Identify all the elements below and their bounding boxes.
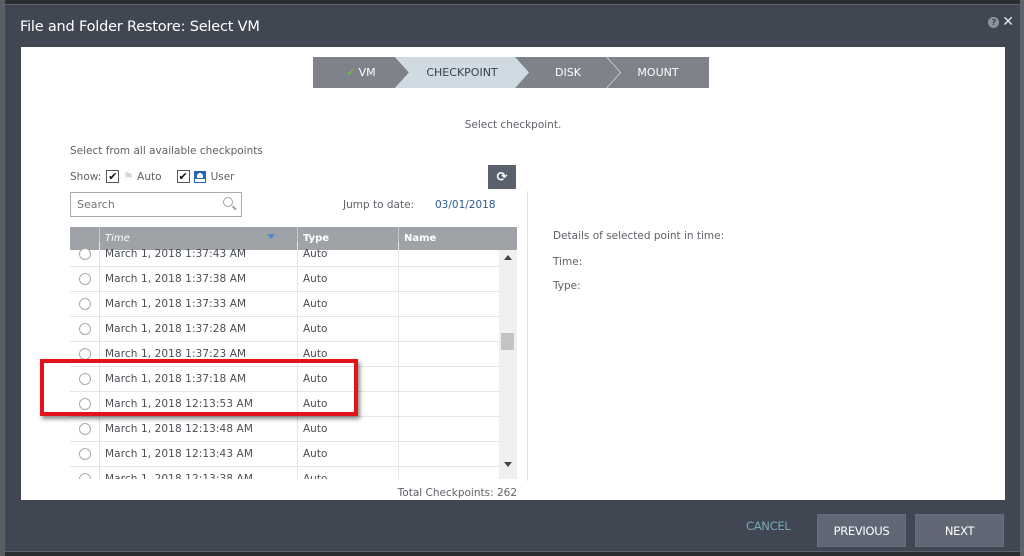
refresh-button[interactable]: ⟳: [488, 165, 516, 189]
instruction-text: Select checkpoint.: [464, 119, 562, 131]
refresh-icon: ⟳: [496, 169, 508, 185]
wizard-steps: ✓ VM CHECKPOINT DISK MOUNT: [313, 57, 709, 88]
row-type: Auto: [298, 292, 399, 316]
row-name: [399, 467, 499, 479]
dialog-title: File and Folder Restore: Select VM: [20, 19, 260, 35]
step-mount[interactable]: MOUNT: [607, 57, 709, 88]
row-name: [399, 267, 499, 291]
row-type: Auto: [298, 417, 399, 441]
row-name: [399, 417, 499, 441]
scroll-down-arrow-icon[interactable]: [504, 462, 512, 467]
row-time: March 1, 2018 1:37:43 AM: [100, 242, 298, 266]
table-row[interactable]: March 1, 2018 1:37:28 AM Auto: [70, 317, 517, 342]
row-radio[interactable]: [78, 323, 91, 335]
row-name: [399, 292, 499, 316]
flag-icon: ⚑: [123, 170, 134, 183]
jump-to-date-input[interactable]: 03/01/2018: [435, 199, 496, 211]
row-time: March 1, 2018 1:37:38 AM: [100, 267, 298, 291]
row-name: [399, 442, 499, 466]
filter-section-label: Select from all available checkpoints: [70, 145, 263, 157]
previous-button[interactable]: PREVIOUS: [817, 514, 906, 547]
auto-label: Auto: [137, 170, 162, 183]
restore-dialog: File and Folder Restore: Select VM ? ✕ ✓…: [4, 4, 1021, 552]
search-icon[interactable]: [223, 197, 233, 207]
total-checkpoints: Total Checkpoints: 262: [397, 487, 517, 499]
step-checkpoint[interactable]: CHECKPOINT: [395, 57, 529, 88]
next-button[interactable]: NEXT: [915, 514, 1004, 547]
row-time: March 1, 2018 12:13:48 AM: [100, 417, 298, 441]
details-time-label: Time:: [553, 256, 583, 268]
step-disk[interactable]: DISK: [515, 57, 621, 88]
close-icon[interactable]: ✕: [1002, 15, 1014, 29]
step-mount-label: MOUNT: [637, 66, 679, 79]
sort-desc-icon: [267, 234, 275, 239]
show-label: Show:: [70, 170, 102, 183]
checkpoints-table: Time Type Name March 1, 2018 1:37:43 AM A…: [70, 227, 517, 479]
user-label: User: [210, 170, 235, 183]
row-radio[interactable]: [78, 248, 91, 260]
scroll-up-arrow-icon[interactable]: [504, 255, 512, 260]
help-icon[interactable]: ?: [988, 16, 1000, 28]
row-radio[interactable]: [78, 448, 91, 460]
row-type: Auto: [298, 242, 399, 266]
step-checkpoint-label: CHECKPOINT: [426, 66, 498, 79]
table-row[interactable]: March 1, 2018 12:13:43 AM Auto: [70, 442, 517, 467]
user-icon: [193, 170, 206, 183]
details-type-label: Type:: [553, 280, 581, 292]
row-name: [399, 242, 499, 266]
row-radio[interactable]: [78, 298, 91, 310]
cancel-button[interactable]: CANCEL: [746, 519, 791, 533]
search-input[interactable]: [77, 198, 207, 211]
details-title: Details of selected point in time:: [553, 230, 725, 242]
user-checkbox[interactable]: ✔: [176, 170, 190, 183]
row-time: March 1, 2018 12:13:38 AM: [100, 467, 298, 479]
row-time: March 1, 2018 12:13:43 AM: [100, 442, 298, 466]
row-radio[interactable]: [78, 423, 91, 435]
row-name: [399, 317, 499, 341]
row-time: March 1, 2018 1:37:28 AM: [100, 317, 298, 341]
show-filters: Show: ✔ ⚑ Auto ✔ User: [70, 170, 235, 183]
row-type: Auto: [298, 467, 399, 479]
table-row[interactable]: March 1, 2018 1:37:38 AM Auto: [70, 267, 517, 292]
table-row[interactable]: March 1, 2018 1:37:43 AM Auto: [70, 242, 517, 267]
row-radio[interactable]: [78, 473, 91, 479]
row-name: [399, 367, 499, 391]
row-name: [399, 392, 499, 416]
row-type: Auto: [298, 317, 399, 341]
title-actions: ? ✕: [988, 15, 1014, 29]
table-row[interactable]: March 1, 2018 12:13:48 AM Auto: [70, 417, 517, 442]
scroll-thumb[interactable]: [501, 333, 514, 350]
row-time: March 1, 2018 1:37:33 AM: [100, 292, 298, 316]
auto-checkbox[interactable]: ✔: [106, 170, 120, 183]
table-row[interactable]: March 1, 2018 12:13:38 AM Auto: [70, 467, 517, 479]
row-radio[interactable]: [78, 273, 91, 285]
jump-to-date-label: Jump to date:: [343, 199, 415, 211]
annotation-highlight-box: [40, 359, 358, 416]
panel-divider: [527, 191, 528, 481]
search-box: [70, 192, 242, 217]
dialog-content: ✓ VM CHECKPOINT DISK MOUNT Select checkpo…: [21, 47, 1005, 500]
step-vm-label: VM: [358, 66, 376, 79]
row-type: Auto: [298, 442, 399, 466]
checkmark-icon: ✓: [346, 66, 356, 79]
row-type: Auto: [298, 267, 399, 291]
table-scrollbar[interactable]: [499, 250, 517, 479]
table-row[interactable]: March 1, 2018 1:37:33 AM Auto: [70, 292, 517, 317]
row-name: [399, 342, 499, 366]
step-disk-label: DISK: [555, 66, 581, 79]
